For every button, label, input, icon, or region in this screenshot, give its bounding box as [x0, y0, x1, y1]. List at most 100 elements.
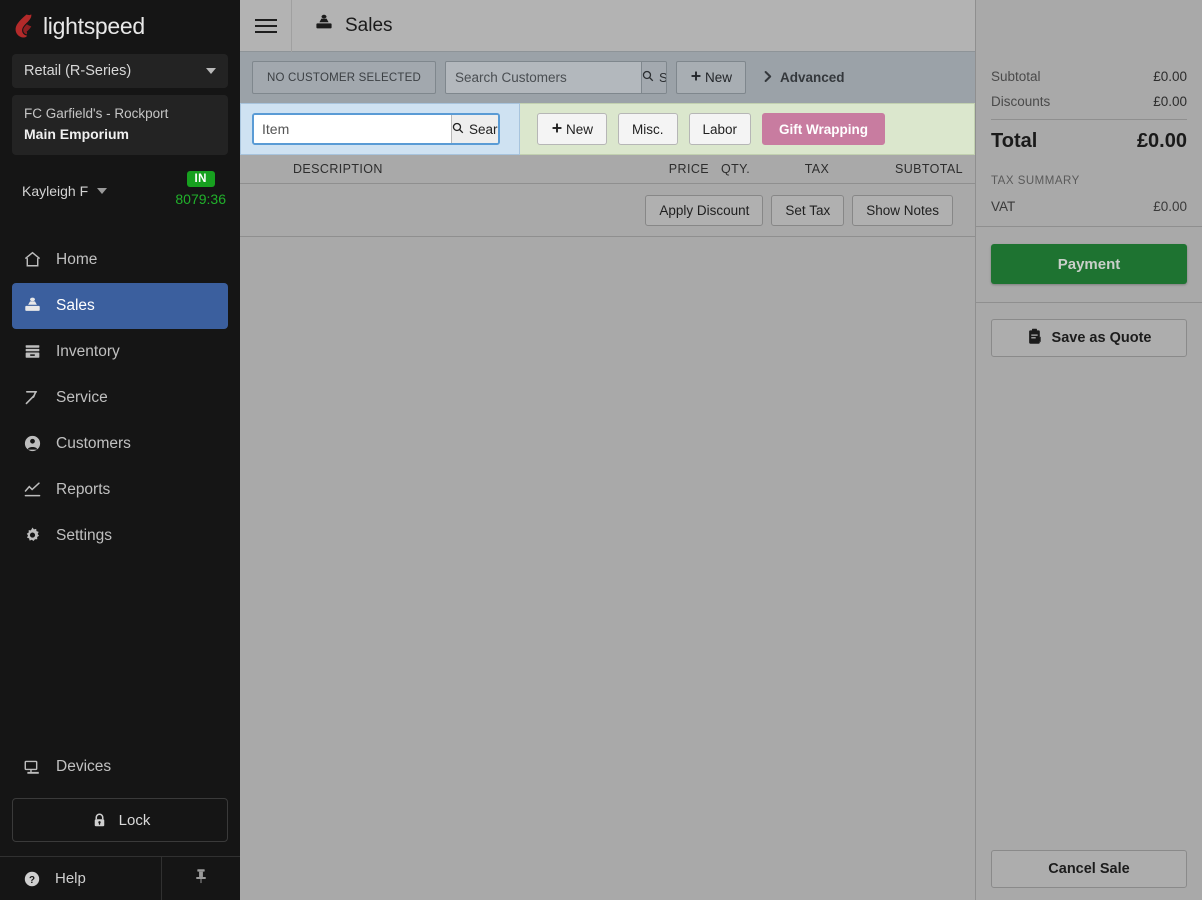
- no-customer-selected-button[interactable]: NO CUSTOMER SELECTED: [252, 61, 436, 94]
- pos-application: lightspeed Retail (R-Series) FC Garfield…: [0, 0, 1202, 900]
- store-info[interactable]: FC Garfield's - Rockport Main Emporium: [12, 95, 228, 155]
- sales-register-icon: [314, 13, 334, 39]
- panel-spacer: [976, 357, 1202, 850]
- brand-logo[interactable]: lightspeed: [0, 0, 240, 52]
- subtotal-row: Subtotal £0.00: [991, 69, 1187, 84]
- question-circle-icon: ?: [22, 869, 42, 889]
- item-search-button[interactable]: Search: [451, 115, 498, 143]
- store-name: FC Garfield's - Rockport: [24, 106, 169, 121]
- sidebar-item-settings[interactable]: Settings: [12, 513, 228, 559]
- pin-button[interactable]: [162, 857, 240, 900]
- sidebar-nav: Home Sales Inventory Service Customers R…: [0, 237, 240, 559]
- brand-name: lightspeed: [43, 12, 145, 39]
- item-search-input[interactable]: [254, 115, 451, 143]
- sidebar-item-devices[interactable]: Devices: [12, 744, 228, 790]
- customer-search-group: Search: [444, 61, 667, 94]
- new-item-label: New: [566, 121, 594, 137]
- new-customer-label: New: [704, 70, 732, 85]
- apply-discount-button[interactable]: Apply Discount: [645, 194, 764, 226]
- help-button[interactable]: ? Help: [0, 857, 162, 900]
- gift-wrapping-button[interactable]: Gift Wrapping: [762, 113, 886, 145]
- column-header-description: DESCRIPTION: [293, 162, 383, 176]
- customer-search-button-label: Search: [658, 70, 667, 85]
- inventory-box-icon: [22, 342, 42, 362]
- sidebar-item-inventory[interactable]: Inventory: [12, 329, 228, 375]
- cart-items-area: [240, 237, 975, 900]
- customer-search-button[interactable]: Search: [640, 62, 667, 93]
- payment-section: Payment: [976, 227, 1202, 302]
- monitor-icon: [22, 757, 42, 777]
- quote-section: Save as Quote: [976, 303, 1202, 357]
- save-as-quote-button[interactable]: Save as Quote: [991, 319, 1187, 357]
- show-notes-button[interactable]: Show Notes: [852, 194, 953, 226]
- lock-button[interactable]: Lock: [12, 798, 228, 842]
- sidebar-item-label: Reports: [56, 480, 111, 498]
- plus-icon: [690, 70, 702, 85]
- customer-search-input[interactable]: [445, 62, 641, 93]
- time-clock[interactable]: IN 8079:36: [175, 170, 226, 207]
- hammer-icon: [22, 388, 42, 408]
- new-item-button[interactable]: New: [537, 113, 608, 145]
- sidebar-item-label: Settings: [56, 526, 113, 544]
- totals-summary: Subtotal £0.00 Discounts £0.00 Total £0.…: [976, 52, 1202, 226]
- new-customer-button[interactable]: New: [675, 61, 746, 94]
- customer-bar: NO CUSTOMER SELECTED Search Customers S …: [240, 52, 975, 103]
- misc-item-button[interactable]: Misc.: [618, 113, 678, 145]
- total-label: Total: [991, 130, 1038, 152]
- column-header-price: PRICE: [668, 162, 709, 176]
- help-label: Help: [55, 870, 86, 887]
- payment-button[interactable]: Payment: [991, 244, 1187, 284]
- discounts-row: Discounts £0.00: [991, 94, 1187, 109]
- chevron-right-icon: [763, 70, 773, 86]
- hamburger-bar: [254, 24, 277, 27]
- top-bar: Sales: [240, 0, 975, 52]
- account-series-label: Retail (R-Series): [24, 63, 132, 79]
- cancel-section: Cancel Sale: [976, 850, 1202, 900]
- user-section[interactable]: Kayleigh F IN 8079:36: [0, 161, 240, 221]
- total-value: £0.00: [1136, 130, 1187, 152]
- account-series-select[interactable]: Retail (R-Series): [12, 54, 228, 88]
- tax-label: VAT: [991, 199, 1016, 214]
- gear-icon: [22, 526, 42, 546]
- sidebar-footer: ? Help: [0, 856, 240, 900]
- advanced-toggle[interactable]: Advanced: [763, 70, 845, 86]
- sidebar-item-reports[interactable]: Reports: [12, 467, 228, 513]
- totals-panel: Subtotal £0.00 Discounts £0.00 Total £0.…: [975, 0, 1202, 900]
- cart-table-header: DESCRIPTION PRICE QTY. TAX SUBTOTAL: [240, 155, 975, 184]
- sidebar-item-label: Inventory: [56, 342, 120, 360]
- total-row: Total £0.00: [991, 130, 1187, 153]
- lock-label: Lock: [118, 811, 151, 829]
- sidebar-item-customers[interactable]: Customers: [12, 421, 228, 467]
- line-chart-icon: [22, 480, 42, 500]
- cart-line-actions: Apply Discount Set Tax Show Notes: [240, 184, 975, 237]
- save-as-quote-label: Save as Quote: [1051, 330, 1152, 346]
- hamburger-bar: [254, 30, 277, 33]
- item-search-panel: Search: [240, 103, 520, 155]
- labor-item-button[interactable]: Labor: [688, 113, 752, 145]
- main-content: Sales NO CUSTOMER SELECTED Search Custom…: [240, 0, 975, 900]
- person-circle-icon: [22, 434, 42, 454]
- sidebar-item-label: Customers: [56, 434, 131, 452]
- column-header-subtotal: SUBTOTAL: [894, 162, 963, 176]
- item-entry-bar: Search New Misc. Labor Gift Wrapping: [240, 103, 975, 155]
- chevron-down-icon: [97, 187, 108, 194]
- discounts-value: £0.00: [1153, 94, 1187, 109]
- search-icon: [642, 70, 654, 85]
- set-tax-button[interactable]: Set Tax: [771, 194, 845, 226]
- hamburger-icon[interactable]: [240, 0, 292, 52]
- sidebar-item-service[interactable]: Service: [12, 375, 228, 421]
- tax-value: £0.00: [1153, 199, 1187, 214]
- cancel-sale-button[interactable]: Cancel Sale: [991, 850, 1187, 888]
- item-search-button-label: Search: [469, 121, 498, 137]
- hamburger-bar: [254, 18, 277, 21]
- clock-elapsed: 8079:36: [175, 190, 226, 207]
- sidebar: lightspeed Retail (R-Series) FC Garfield…: [0, 0, 240, 900]
- search-icon: [452, 122, 464, 137]
- user-name: Kayleigh F: [22, 182, 89, 199]
- sidebar-item-home[interactable]: Home: [12, 237, 228, 283]
- clipboard-icon: [1027, 328, 1043, 349]
- column-header-qty: QTY.: [721, 162, 751, 176]
- sidebar-item-sales[interactable]: Sales: [12, 282, 228, 329]
- advanced-label: Advanced: [779, 70, 845, 85]
